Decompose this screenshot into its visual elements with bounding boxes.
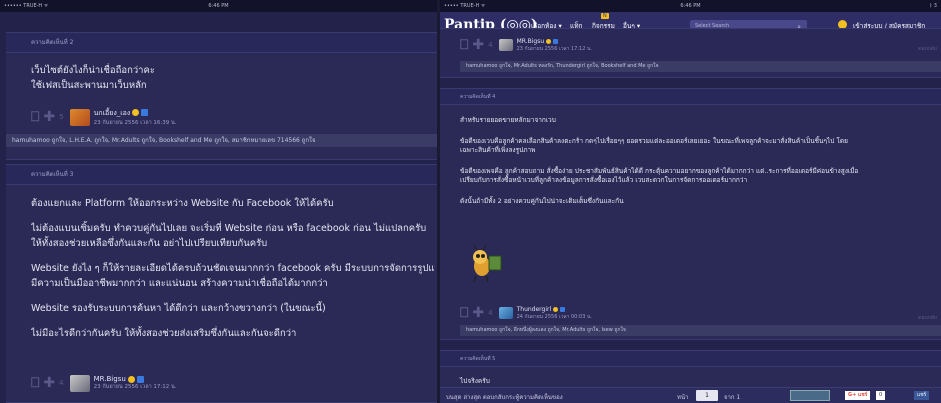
post-date: 23 กันยายน 2556 เวลา 17:12 น. [93,384,177,390]
status-bar: ••••• TRUE-H ᯤ 6:46 PM ᛒ 3 [440,0,941,12]
clock: 6:46 PM [680,3,701,9]
likes-bar[interactable]: hamuhamoo ถูกใจ, Mr.Adults หลงรัก, Thund… [460,61,941,72]
member-badge-icon [553,38,559,44]
likes-bar[interactable]: hamuhamoo ถูกใจ, อีกหนึ่งผู้ลงแลง ถูกใจ,… [460,325,941,336]
comment-line: มีความเป็นมืออาชีพมากกว่า และแน่นอน สร้า… [31,278,328,289]
comment-header: ความคิดเห็นที่ 3 [6,165,437,185]
facebook-share-button[interactable]: แชร์ [914,391,930,400]
comment-line: ข้อดีของเวบคือลูกค้าคลเลือกสินค้าลงตะกร้… [460,136,848,145]
right-screenshot: ••••• TRUE-H ᯤ 6:46 PM ᛒ 3 Pantip (◎◎) เ… [440,0,941,403]
vote-control[interactable]: ⎕ ✚ 4 [31,375,64,391]
vote-control[interactable]: ⎕ ✚ 4 [460,37,493,53]
page-total: จาก 1 [724,394,741,401]
ad-thumbnail[interactable] [790,390,830,401]
comment-card-3: ความคิดเห็นที่ 3 ต้องแยกและ Platform ให้… [6,164,437,403]
username[interactable]: MR.Bigsu [94,375,126,383]
vote-count: 4 [59,379,64,387]
emoji-badge-icon [132,109,140,116]
clock: 6:46 PM [208,3,229,9]
comment-line: ไม่มีอะไรดีกว่ากันครับ ให้ทั้งสองช่วยส่ง… [31,328,297,339]
page-label: หน้า [677,394,689,401]
comment-line: เว็บไซต์ยังไงก็น่าเชื่อถือกว่าคะ [31,65,155,76]
avatar[interactable] [69,108,90,126]
left-screenshot: •••••• TRUE-H ᯤ 6:46 PM ความคิดเห็นที่ 2… [0,0,437,403]
vote-control[interactable]: ⎕ ✚ 4 [460,305,493,321]
post-date: 23 กันยายน 2556 เวลา 17:12 น. [516,45,592,52]
vote-icon[interactable]: ⎕ [31,109,39,125]
footer-nav-links[interactable]: บนสุด ล่างสุด ตอบกลับกระทู้ความคิดเห็นขอ… [446,392,563,402]
bottom-toolbar: บนสุด ล่างสุด ตอบกลับกระทู้ความคิดเห็นขอ… [440,387,941,403]
comment-line: ดังนั้นถ้ามีทั้ง 2 อย่างควบคู่กันไปน่าจะ… [460,196,624,205]
comment-line: ให้ทั้งสองช่วยเหลือซึ่งกันและกัน อย่าไปเ… [31,238,268,249]
comment-header: ความคิดเห็นที่ 5 [440,351,941,367]
username[interactable]: Thundergirl [517,306,552,313]
emoji-badge-icon [546,38,552,44]
member-badge-icon [141,109,149,116]
vote-count: 4 [488,41,493,49]
vote-icon[interactable]: ⎕ [31,375,39,391]
comment-meta: ⎕ ✚ 4 MR.Bigsu 23 กันยายน 2556 เวลา 17:1… [31,372,177,394]
avatar[interactable] [498,307,513,319]
comment-line: ข้อดีของเพจคือ ลูกค้าสอบถาม สั่งซื้อง่าย… [460,166,859,175]
comment-line: เฉพาะสินค้าที่เพิ่งลงรูปภาพ [460,146,536,154]
avatar[interactable] [69,374,90,392]
likes-bar[interactable]: hamuhamoo ถูกใจ, L.H.E.A. ถูกใจ, Mr.Adul… [6,134,437,147]
reply-link[interactable]: ตอบกลับ [918,45,937,53]
comment-meta: ⎕ ✚ 4 Thundergirl 24 กันยายน 2556 เวลา 0… [460,302,592,324]
reply-link[interactable]: ตอบกลับ [918,314,937,322]
avatar[interactable] [498,39,513,51]
comment-card-3-cont: ⎕ ✚ 4 MR.Bigsu 23 กันยายน 2556 เวลา 17:1… [440,28,941,78]
username[interactable]: นกเอี้ยง_เอง [94,109,131,117]
member-badge-icon [560,306,566,312]
status-bar: •••••• TRUE-H ᯤ 6:46 PM [0,0,437,12]
plus-icon[interactable]: ✚ [43,375,55,391]
username[interactable]: MR.Bigsu [517,38,545,45]
emoji-badge-icon [553,306,559,312]
comment-line: สำหรับรายยอดขายหลักมาจากเวบ [460,116,556,124]
vote-count: 5 [59,113,64,121]
vote-icon[interactable]: ⎕ [460,305,468,321]
post-date: 23 กันยายน 2556 เวลา 16:39 น. [93,119,177,126]
comment-line: ไม่ต้องแบนเซิ้มครับ ทำควบคู่กันไปเลย จะเ… [31,223,427,234]
post-date: 24 กันยายน 2556 เวลา 00:03 น. [516,313,592,320]
comment-line: ไปจริงครับ [460,377,490,385]
member-badge-icon [136,375,144,383]
battery-text: ᛒ 3 [929,3,937,9]
new-badge: N [601,13,609,19]
comment-line: ใช้เฟสเป็นสะพานมาเว็บหลัก [31,80,147,91]
comment-header: ความคิดเห็นที่ 2 [6,33,437,53]
comment-line: Website ยังไง ๆ ก็ให้รายละเอียดได้ครบถ้ว… [31,263,435,274]
comment-meta: ⎕ ✚ 4 MR.Bigsu 23 กันยายน 2556 เวลา 17:1… [460,34,592,56]
comment-meta: ⎕ ✚ 5 นกเอี้ยง_เอง 23 กันยายน 2556 เวลา … [31,106,177,128]
emoji-badge-icon [127,375,135,383]
plus-icon[interactable]: ✚ [472,37,484,53]
comment-header: ความคิดเห็นที่ 4 [440,89,941,105]
vote-count: 4 [488,309,493,317]
plus-icon[interactable]: ✚ [472,305,484,321]
mascot-sticker [473,244,502,283]
vote-control[interactable]: ⎕ ✚ 5 [31,109,64,125]
comment-card-2: ความคิดเห็นที่ 2 เว็บไซต์ยังไงก็น่าเชื่อ… [6,32,437,160]
vote-icon[interactable]: ⎕ [460,37,468,53]
plus-icon[interactable]: ✚ [43,109,55,125]
comment-line: เปรียบกับการสั่งซื้อหน้าเวบที่ลูกค้าลงข้… [460,176,748,184]
gplus-count: 0 [876,391,886,400]
page-select[interactable]: 1 [696,390,718,401]
comment-card-4: ความคิดเห็นที่ 4 สำหรับรายยอดขายหลักมาจา… [440,88,941,340]
gplus-share-button[interactable]: G+ แชร์ [845,391,871,400]
comment-line: Website รองรับระบบการค้นหา ได้ดีกว่า และ… [31,303,326,314]
comment-line: ต้องแยกและ Platform ให้ออกระหว่าง Websit… [31,198,334,209]
